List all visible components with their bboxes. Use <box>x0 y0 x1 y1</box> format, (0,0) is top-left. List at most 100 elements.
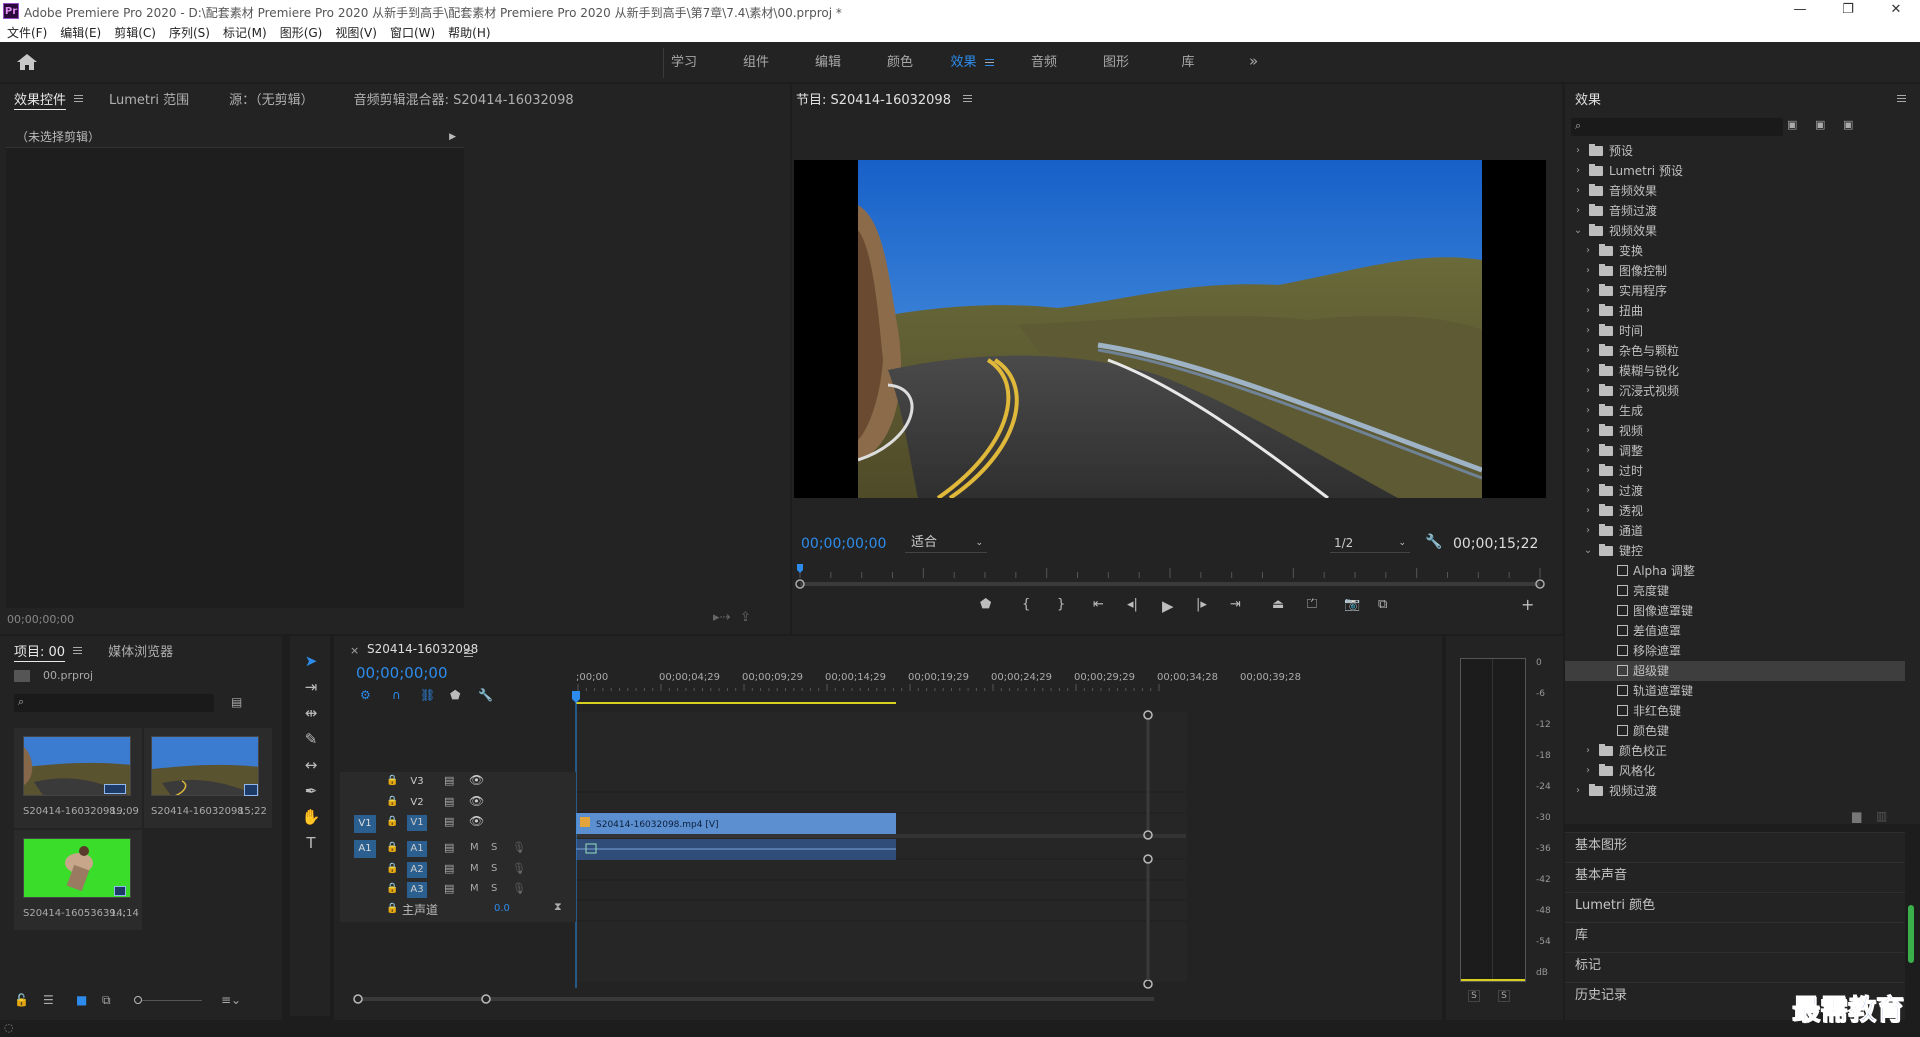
toggle-sync-lock-icon[interactable]: ▤ <box>444 841 454 854</box>
delete-icon[interactable]: ▥ <box>1876 809 1887 823</box>
slip-tool-icon[interactable]: ↔ <box>300 754 322 776</box>
workspace-overflow-icon[interactable]: » <box>1249 52 1258 70</box>
effects-tree-folder[interactable]: › 过时 <box>1565 461 1905 481</box>
solo-right-button[interactable]: S <box>1498 990 1510 1002</box>
tab-effect-controls[interactable]: 效果控件 <box>14 89 66 108</box>
effects-tree-folder[interactable]: › 音频过渡 <box>1565 201 1905 221</box>
track-lock-icon[interactable]: 🔒 <box>386 863 398 874</box>
effects-tree-folder[interactable]: › 音频效果 <box>1565 181 1905 201</box>
effects-tree-folder[interactable]: › 变换 <box>1565 241 1905 261</box>
go-to-in-icon[interactable]: ⇤ <box>1093 597 1104 612</box>
effects-search-input[interactable]: ⌕ <box>1571 118 1783 136</box>
resolution-dropdown[interactable]: 1/2 ⌄ <box>1330 533 1410 553</box>
master-volume-value[interactable]: 0.0 <box>494 903 510 914</box>
workspace-menu-icon[interactable] <box>984 59 994 66</box>
add-button-icon[interactable]: + <box>1521 595 1534 614</box>
mute-button[interactable]: M <box>470 842 479 853</box>
tab-project[interactable]: 项目: 00 <box>14 641 65 660</box>
list-view-icon[interactable]: ☰ <box>43 993 54 1007</box>
program-current-timecode[interactable]: 00;00;00;00 <box>801 536 886 552</box>
workspace-tab-assembly[interactable]: 组件 <box>720 52 792 74</box>
side-section-tab[interactable]: 基本图形 <box>1565 832 1905 858</box>
microphone-icon[interactable]: 🎙 <box>512 841 526 854</box>
ripple-edit-tool-icon[interactable]: ⇹ <box>300 702 322 724</box>
project-item[interactable]: S20414-16032098... 19;09 <box>14 728 142 828</box>
yuv-effects-icon[interactable]: ▣ <box>1843 118 1853 131</box>
effect-controls-timecode[interactable]: 00;00;00;00 <box>7 613 74 626</box>
effects-tree-effect[interactable]: Alpha 调整 <box>1565 561 1905 581</box>
sort-icon[interactable]: ≡⌄ <box>221 993 241 1007</box>
lock-icon[interactable]: 🔓 <box>14 993 29 1007</box>
chevron-right-icon[interactable]: › <box>1583 441 1593 461</box>
mute-button[interactable]: M <box>470 863 479 874</box>
pen-tool-icon[interactable]: ✒ <box>300 780 322 802</box>
chevron-right-icon[interactable]: › <box>1583 321 1593 341</box>
type-tool-icon[interactable]: T <box>300 832 322 854</box>
tab-source[interactable]: 源：（无剪辑） <box>229 89 314 108</box>
selection-tool-icon[interactable]: ➤ <box>300 650 322 672</box>
side-section-tab[interactable]: Lumetri 颜色 <box>1565 892 1905 918</box>
effects-tree-folder[interactable]: › 生成 <box>1565 401 1905 421</box>
menu-window[interactable]: 窗口(W) <box>383 22 441 41</box>
triangle-right-icon[interactable]: ▶ <box>449 128 456 146</box>
side-scrollbar[interactable] <box>1908 905 1914 963</box>
step-forward-icon[interactable]: |▸ <box>1196 597 1207 612</box>
export-frame-icon[interactable]: 📷 <box>1344 597 1360 612</box>
chevron-right-icon[interactable]: › <box>1573 181 1583 201</box>
workspace-tab-graphics[interactable]: 图形 <box>1080 52 1152 74</box>
chevron-right-icon[interactable]: › <box>1573 161 1583 181</box>
chevron-right-icon[interactable]: › <box>1583 401 1593 421</box>
effects-tree-folder[interactable]: › 视频过渡 <box>1565 781 1905 801</box>
track-target-v3[interactable]: V3 <box>407 774 427 790</box>
track-lock-icon[interactable]: 🔒 <box>386 842 398 853</box>
effects-tree-folder[interactable]: › 调整 <box>1565 441 1905 461</box>
panel-menu-icon[interactable] <box>962 94 972 102</box>
panel-menu-icon[interactable] <box>74 94 84 102</box>
hand-tool-icon[interactable]: ✋ <box>300 806 322 828</box>
program-video-frame[interactable] <box>794 160 1546 498</box>
new-search-bin-icon[interactable]: ▤ <box>231 695 242 709</box>
effects-tree-folder[interactable]: › 过渡 <box>1565 481 1905 501</box>
freeform-view-icon[interactable]: ⧉ <box>102 993 111 1008</box>
effects-tree-folder[interactable]: › 通道 <box>1565 521 1905 541</box>
eye-icon[interactable]: 👁 <box>469 814 484 828</box>
filter-clips-icon[interactable]: ▸⇢ <box>713 610 730 625</box>
eye-icon[interactable]: 👁 <box>469 773 484 787</box>
chevron-right-icon[interactable]: › <box>1573 201 1583 221</box>
chevron-right-icon[interactable]: › <box>1583 261 1593 281</box>
program-monitor-title[interactable]: 节目: S20414-16032098 <box>796 89 951 108</box>
effects-tree-effect[interactable]: 差值遮罩 <box>1565 621 1905 641</box>
side-section-tab[interactable]: 基本声音 <box>1565 862 1905 888</box>
effects-tree-effect[interactable]: 颜色键 <box>1565 721 1905 741</box>
effects-tree-folder[interactable]: › 沉浸式视频 <box>1565 381 1905 401</box>
track-lock-icon[interactable]: 🔒 <box>386 816 398 827</box>
effects-tree-folder[interactable]: › 预设 <box>1565 141 1905 161</box>
effects-tree-effect[interactable]: 超级键 <box>1565 661 1905 681</box>
microphone-icon[interactable]: 🎙 <box>512 862 526 875</box>
project-item[interactable]: S20414-16032098 15;22 <box>144 728 272 828</box>
source-patch-a1[interactable]: A1 <box>354 840 376 858</box>
compare-view-icon[interactable]: ⧉ <box>1378 597 1387 612</box>
source-patch-v1[interactable]: V1 <box>354 815 376 833</box>
chevron-right-icon[interactable]: › <box>1583 241 1593 261</box>
effects-tree-folder[interactable]: › 时间 <box>1565 321 1905 341</box>
menu-markers[interactable]: 标记(M) <box>216 22 273 41</box>
menu-edit[interactable]: 编辑(E) <box>53 22 107 41</box>
chevron-right-icon[interactable]: › <box>1583 521 1593 541</box>
minimize-button[interactable]: — <box>1780 2 1820 17</box>
workspace-tab-editing[interactable]: 编辑 <box>792 52 864 74</box>
effects-tree-effect[interactable]: 轨道遮罩键 <box>1565 681 1905 701</box>
chevron-right-icon[interactable]: › <box>1583 481 1593 501</box>
track-target-v2[interactable]: V2 <box>407 795 427 811</box>
effects-tree-folder[interactable]: ⌄ 键控 <box>1565 541 1905 561</box>
play-icon[interactable]: ▶ <box>1162 597 1174 615</box>
chevron-right-icon[interactable]: › <box>1583 761 1593 781</box>
menu-sequence[interactable]: 序列(S) <box>162 22 216 41</box>
toggle-sync-lock-icon[interactable]: ▤ <box>444 882 454 895</box>
lift-icon[interactable]: ⏏ <box>1272 597 1284 612</box>
go-to-out-icon[interactable]: ⇥ <box>1230 597 1241 612</box>
toggle-sync-lock-icon[interactable]: ▤ <box>444 815 454 828</box>
effects-tree-folder[interactable]: › 透视 <box>1565 501 1905 521</box>
chevron-right-icon[interactable]: › <box>1583 421 1593 441</box>
maximize-button[interactable]: ❐ <box>1828 2 1868 17</box>
